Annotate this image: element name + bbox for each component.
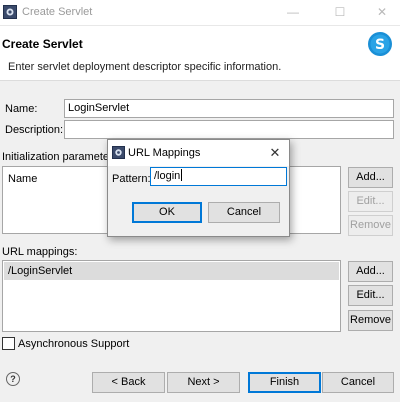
pattern-label: Pattern:: [112, 173, 151, 185]
maximize-icon[interactable]: ☐: [330, 4, 350, 20]
init-remove-button[interactable]: Remove: [348, 215, 393, 236]
async-support-label: Asynchronous Support: [18, 338, 130, 350]
help-icon[interactable]: ?: [6, 372, 20, 386]
window-title: Create Servlet: [22, 6, 93, 18]
dialog-cancel-button[interactable]: Cancel: [208, 202, 280, 223]
url-mappings-label: URL mappings:: [2, 246, 78, 258]
url-mappings-dialog[interactable]: URL Mappings ✕ Pattern: /login OK Cancel: [107, 139, 290, 237]
window-titlebar: Create Servlet — ☐ ✕: [0, 0, 400, 26]
description-label: Description:: [5, 124, 64, 136]
init-params-name-column: Name: [8, 173, 38, 185]
servlet-logo-icon: S: [368, 32, 392, 56]
url-add-button[interactable]: Add...: [348, 261, 393, 282]
url-mappings-list[interactable]: /LoginServlet: [2, 260, 341, 332]
close-icon[interactable]: ✕: [372, 4, 392, 20]
servlet-dialog-icon: [112, 146, 125, 159]
init-params-label: Initialization paramete: [2, 151, 110, 163]
async-support-checkbox[interactable]: [2, 337, 15, 350]
dialog-close-icon[interactable]: ✕: [266, 144, 284, 162]
dialog-title: URL Mappings: [128, 147, 201, 159]
next-button[interactable]: Next >: [167, 372, 240, 393]
url-edit-button[interactable]: Edit...: [348, 285, 393, 306]
wizard-header: Create Servlet Enter servlet deployment …: [0, 26, 400, 81]
page-title: Create Servlet: [2, 37, 83, 51]
list-item[interactable]: /LoginServlet: [4, 262, 339, 280]
pattern-field[interactable]: /login: [150, 167, 287, 186]
init-edit-button[interactable]: Edit...: [348, 191, 393, 212]
pattern-value: /login: [154, 170, 181, 182]
dialog-ok-button[interactable]: OK: [132, 202, 202, 223]
minimize-icon[interactable]: —: [283, 4, 303, 20]
url-remove-button[interactable]: Remove: [348, 310, 393, 331]
page-description: Enter servlet deployment descriptor spec…: [8, 61, 282, 73]
init-add-button[interactable]: Add...: [348, 167, 393, 188]
cancel-button[interactable]: Cancel: [322, 372, 394, 393]
back-button[interactable]: < Back: [92, 372, 165, 393]
text-caret: [181, 169, 183, 181]
finish-button[interactable]: Finish: [248, 372, 321, 393]
name-field[interactable]: LoginServlet: [64, 99, 394, 118]
description-field[interactable]: [64, 120, 394, 139]
svg-text:S: S: [375, 37, 385, 53]
dialog-titlebar: URL Mappings ✕: [108, 140, 289, 166]
name-label: Name:: [5, 103, 38, 115]
servlet-app-icon: [3, 5, 17, 19]
